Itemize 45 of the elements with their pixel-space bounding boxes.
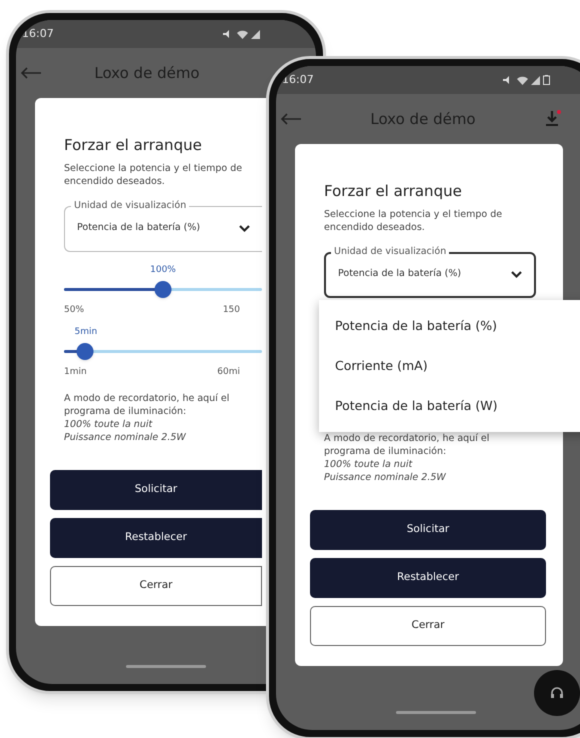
slider-thumb[interactable] bbox=[76, 342, 94, 360]
slider-min-label: 50% bbox=[64, 304, 84, 316]
dialog-description: Seleccione la potencia y el tiempo de encendido deseados. bbox=[324, 208, 504, 234]
dialog-button[interactable]: Restablecer bbox=[310, 558, 546, 598]
dialog-button[interactable]: Solicitar bbox=[50, 470, 262, 510]
slider[interactable] bbox=[64, 280, 262, 298]
menu-option[interactable]: Potencia de la batería (W) bbox=[319, 386, 580, 426]
back-arrow-icon[interactable] bbox=[20, 67, 42, 79]
slider-value: 5min bbox=[74, 326, 98, 338]
wifi-icon bbox=[237, 30, 248, 38]
schedule-line: Puissance nominale 2.5W bbox=[64, 430, 187, 444]
dialog-title: Forzar el arranque bbox=[324, 181, 463, 202]
slider[interactable] bbox=[64, 342, 262, 360]
select-value: Potencia de la batería (%) bbox=[338, 267, 462, 282]
dialog-button[interactable]: Restablecer bbox=[50, 518, 262, 558]
select-value: Potencia de la batería (%) bbox=[77, 221, 200, 236]
screen-title: Loxo de démo bbox=[369, 108, 477, 130]
dialog-button[interactable]: Cerrar bbox=[310, 606, 546, 646]
headset-icon bbox=[549, 685, 565, 701]
back-arrow-icon[interactable] bbox=[280, 113, 302, 125]
screen-title: Loxo de démo bbox=[93, 62, 201, 84]
dialog-button[interactable]: Solicitar bbox=[310, 510, 546, 550]
dialog-title: Forzar el arranque bbox=[64, 135, 203, 156]
slider-min-label: 1min bbox=[64, 366, 87, 378]
dialog-description: Seleccione la potencia y el tiempo de encendido deseados. bbox=[64, 162, 244, 188]
menu-option[interactable]: Potencia de la batería (%) bbox=[319, 306, 580, 346]
slider-max-label: 60mi bbox=[217, 366, 240, 378]
dialog-button[interactable]: Cerrar bbox=[50, 566, 262, 606]
signal-icon bbox=[251, 30, 260, 38]
schedule-line: 100% toute la nuit bbox=[64, 418, 154, 430]
schedule-line: 100% toute la nuit bbox=[324, 458, 414, 470]
slider-value: 100% bbox=[150, 264, 176, 276]
wifi-icon bbox=[517, 76, 528, 84]
reminder-text: A modo de recordatorio, he aquí el programa de iluminación: bbox=[64, 392, 230, 418]
reminder-text: A modo de recordatorio, he aquí el programa de iluminación: bbox=[324, 432, 490, 458]
menu-option[interactable]: Corriente (mA) bbox=[319, 346, 580, 386]
slider-max-label: 150 bbox=[222, 304, 240, 316]
chevron-down-icon bbox=[239, 224, 250, 232]
download-icon[interactable] bbox=[544, 109, 562, 129]
slider-thumb[interactable] bbox=[154, 280, 172, 298]
support-button[interactable] bbox=[534, 670, 580, 716]
chevron-down-icon bbox=[511, 270, 522, 278]
signal-icon bbox=[531, 76, 540, 84]
battery-icon bbox=[543, 75, 550, 85]
schedule-line: Puissance nominale 2.5W bbox=[324, 470, 447, 484]
